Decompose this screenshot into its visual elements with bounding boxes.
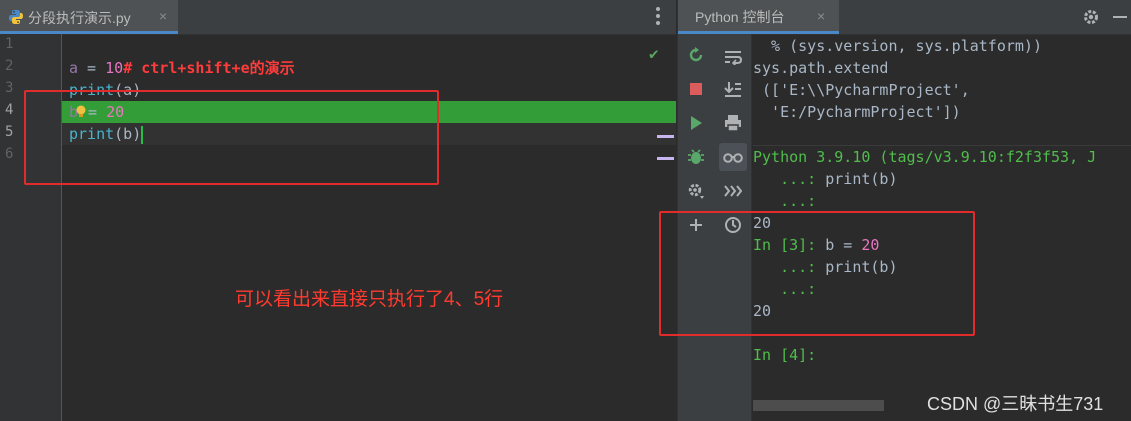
console-tab[interactable]: Python 控制台 × [678,0,839,34]
editor-tab[interactable]: 分段执行演示.py × [0,0,178,34]
output-code: print(b) [825,170,898,188]
console-tab-bar: Python 控制台 × [678,0,1131,35]
editor-tab-bar: 分段执行演示.py × [0,0,676,35]
line-number: 3 [5,80,14,96]
line-number: 4 [5,102,14,118]
output-line: ...: print(b) [753,168,898,190]
line-number: 2 [5,58,14,74]
show-variables-icon[interactable] [719,143,747,171]
debug-icon[interactable] [684,145,708,169]
python-file-icon [8,9,24,25]
editor-tab-label: 分段执行演示.py [28,10,131,26]
gear-icon[interactable] [1082,8,1100,26]
settings-icon[interactable] [684,179,708,203]
output-line: sys.path.extend [753,59,889,77]
rerun-icon[interactable] [684,43,708,67]
soft-wrap-icon[interactable] [721,45,745,69]
code-token: a [69,59,79,77]
code-token: 10 [105,59,124,77]
more-vert-icon[interactable] [650,7,666,27]
console-tab-label: Python 控制台 [695,9,785,25]
scroll-to-end-icon[interactable] [721,77,745,101]
line-number: 5 [5,124,14,140]
code-line-2: a = 10 [69,57,123,79]
console-pane: Python 控制台 × % (sys.version, sys.platfor… [659,0,1131,421]
execute-icon[interactable] [721,179,745,203]
editor-pane: 分段执行演示.py × 1 2 3 4 5 6 # ctrl+shift+e的演… [0,0,676,421]
annotation-box [24,90,439,185]
annotation-box [659,211,975,336]
output-line: % (sys.version, sys.platform)) [753,37,1042,55]
close-icon[interactable]: × [159,8,167,24]
output-line: 'E:/PycharmProject']) [753,103,961,121]
minimize-icon[interactable] [1113,16,1127,18]
check-icon: ✔ [649,44,659,63]
annotation-text: 可以看出来直接只执行了4、5行 [235,289,504,310]
input-prompt[interactable]: In [4]: [753,344,816,366]
horizontal-scrollbar[interactable] [753,400,884,411]
stop-icon[interactable] [684,77,708,101]
code-line-1: # ctrl+shift+e的演示 [69,35,294,77]
scroll-marker [657,157,674,160]
run-icon[interactable] [684,111,708,135]
scroll-marker [657,135,674,138]
code-comment: # ctrl+shift+e的演示 [123,59,295,77]
code-token: = [78,59,106,77]
output-line: (['E:\\PycharmProject', [753,81,970,99]
line-number: 6 [5,146,14,162]
output-line: Python 3.9.10 (tags/v3.9.10:f2f3f53, J [753,148,1097,166]
watermark: CSDN @三昧书生731 [927,394,1104,414]
prompt-text: ...: [753,170,826,188]
line-number: 1 [5,36,14,52]
close-icon[interactable]: × [817,8,825,24]
output-line: ...: [753,192,817,210]
print-icon[interactable] [721,111,745,135]
